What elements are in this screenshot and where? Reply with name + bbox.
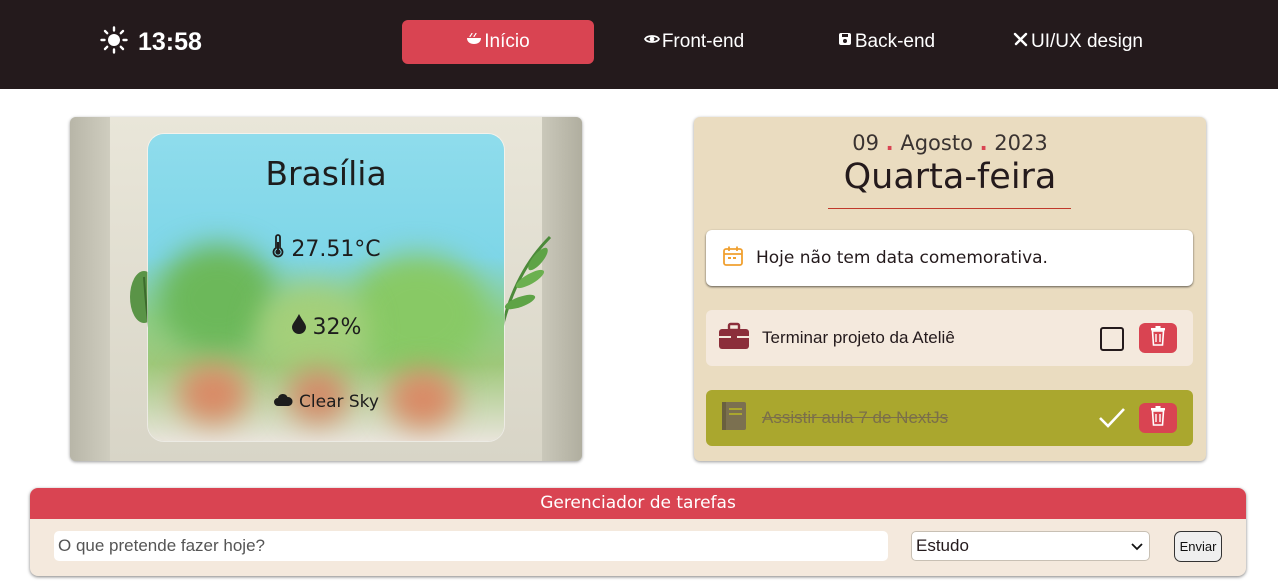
- delete-task-button[interactable]: [1139, 403, 1177, 433]
- nav-label: Front-end: [661, 31, 745, 52]
- delete-task-button[interactable]: [1139, 323, 1177, 353]
- calendar-weekday: Quarta-feira: [843, 157, 1057, 197]
- nav-label: UI/UX design: [1031, 31, 1143, 52]
- weather-humidity: 32%: [312, 314, 362, 340]
- weather-condition-row: Clear Sky: [148, 392, 504, 412]
- task-manager-title: Gerenciador de tarefas: [30, 488, 1246, 519]
- weather-condition: Clear Sky: [299, 392, 379, 412]
- date-separator: .: [979, 131, 988, 155]
- nav-ui-ux-design[interactable]: UI/UX design: [982, 20, 1174, 64]
- holiday-notice: Hoje não tem data comemorativa.: [706, 230, 1193, 286]
- calendar-date: 09 . Agosto . 2023: [694, 131, 1206, 155]
- weather-temperature-row: 27.51°C: [148, 234, 504, 264]
- calendar-month: Agosto: [900, 131, 973, 155]
- clock: 13:58: [100, 24, 202, 60]
- bowl-icon: [466, 31, 482, 53]
- cloud-icon: [273, 392, 293, 412]
- task-item: Assistir aula 7 de NextJs: [706, 390, 1193, 446]
- trash-icon: [1150, 325, 1166, 351]
- weather-city: Brasília: [265, 154, 387, 193]
- weather-card: Brasília 27.51°C 32% Clear Sky: [70, 117, 582, 461]
- save-icon: [837, 31, 853, 53]
- task-label: Assistir aula 7 de NextJs: [762, 408, 949, 427]
- nav-front-end[interactable]: Front-end: [598, 20, 790, 64]
- task-manager: Gerenciador de tarefas Estudo Enviar: [30, 488, 1246, 576]
- nav-inicio[interactable]: Início: [402, 20, 594, 64]
- holiday-text: Hoje não tem data comemorativa.: [756, 248, 1048, 268]
- calendar-icon: [722, 245, 744, 272]
- clock-time: 13:58: [138, 27, 202, 56]
- eye-icon: [643, 31, 660, 53]
- task-label: Terminar projeto da Ateliê: [762, 328, 955, 347]
- weekday-underline: [828, 208, 1071, 209]
- new-task-input[interactable]: [54, 531, 888, 561]
- tools-icon: [1013, 31, 1029, 53]
- droplet-icon: [291, 313, 307, 341]
- date-separator: .: [885, 131, 894, 155]
- nav-back-end[interactable]: Back-end: [790, 20, 982, 64]
- task-item: Terminar projeto da Ateliê: [706, 310, 1193, 366]
- trash-icon: [1150, 405, 1166, 431]
- nav-label: Back-end: [854, 31, 936, 52]
- weather-humidity-row: 32%: [148, 313, 504, 341]
- calendar-card: 09 . Agosto . 2023 Quarta-feira Hoje não…: [694, 117, 1206, 461]
- calendar-year: 2023: [994, 131, 1048, 155]
- chevron-down-icon: [1131, 536, 1143, 556]
- nav-label: Início: [484, 31, 530, 52]
- calendar-day-number: 09: [852, 131, 879, 155]
- weather-temperature: 27.51°C: [291, 236, 381, 262]
- category-selected-value: Estudo: [916, 536, 969, 555]
- top-bar: 13:58 Início Front-end Back-end UI/UX de…: [0, 0, 1278, 89]
- room-wall-left: [70, 117, 110, 461]
- briefcase-icon: [718, 322, 750, 355]
- task-done-checkbox[interactable]: [1100, 327, 1124, 351]
- check-icon[interactable]: [1098, 406, 1126, 435]
- category-select[interactable]: Estudo: [911, 531, 1150, 561]
- book-icon: [718, 400, 750, 437]
- sun-icon: [100, 26, 128, 58]
- thermometer-icon: [271, 234, 285, 264]
- submit-task-button[interactable]: Enviar: [1174, 531, 1222, 562]
